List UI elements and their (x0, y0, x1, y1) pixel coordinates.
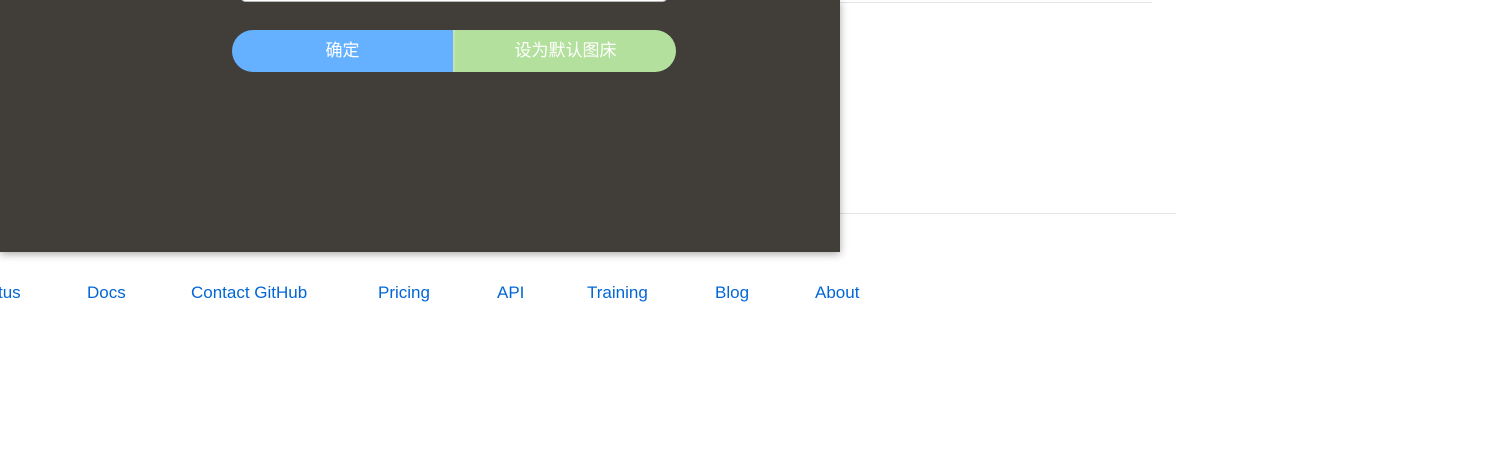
footer-link-docs[interactable]: Docs (87, 283, 126, 303)
footer-link-contact-github[interactable]: Contact GitHub (191, 283, 307, 303)
image-host-settings-panel: 确定 设为默认图床 (0, 0, 840, 252)
confirm-button[interactable]: 确定 (232, 30, 453, 72)
footer-link-about[interactable]: About (815, 283, 859, 303)
page: blished package tus Docs Contact GitHub … (0, 0, 1506, 461)
footer-link-pricing[interactable]: Pricing (378, 283, 430, 303)
settings-input-field[interactable] (240, 0, 668, 2)
footer-link-blog[interactable]: Blog (715, 283, 749, 303)
set-default-image-host-button[interactable]: 设为默认图床 (455, 30, 676, 72)
action-button-group: 确定 设为默认图床 (232, 30, 676, 72)
footer-link-status[interactable]: tus (0, 283, 21, 303)
footer-link-api[interactable]: API (497, 283, 524, 303)
footer-link-training[interactable]: Training (587, 283, 648, 303)
